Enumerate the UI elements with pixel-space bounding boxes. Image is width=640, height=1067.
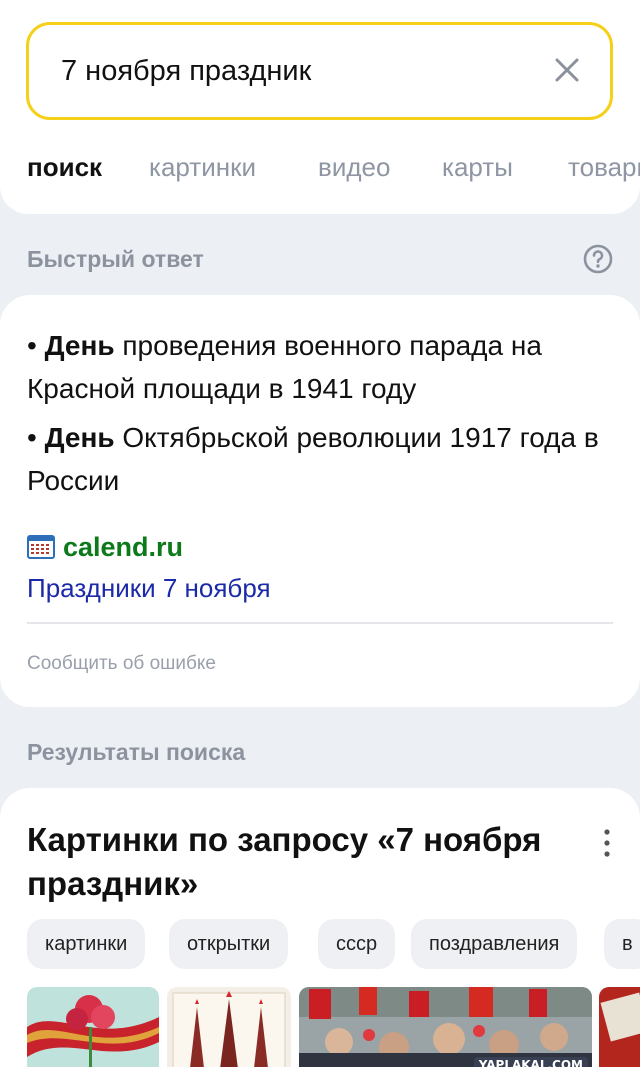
source-site-row[interactable]: calend.ru bbox=[27, 531, 183, 563]
chip-more[interactable]: в bbox=[604, 919, 640, 969]
chip-pozdravleniya[interactable]: поздравления bbox=[411, 919, 578, 969]
source-site-name[interactable]: calend.ru bbox=[63, 532, 183, 563]
bullet: • bbox=[27, 330, 37, 361]
tab-products[interactable]: товары bbox=[568, 152, 640, 183]
chip-kartinki[interactable]: картинки bbox=[27, 919, 146, 969]
tab-search[interactable]: поиск bbox=[27, 152, 102, 183]
search-header: 7 ноября праздник поиск картинки видео к… bbox=[0, 0, 640, 214]
results-heading: Результаты поиска bbox=[27, 739, 246, 765]
image-thumbnail[interactable] bbox=[599, 987, 640, 1067]
search-query-text[interactable]: 7 ноября праздник bbox=[61, 55, 311, 88]
poster-image bbox=[599, 987, 640, 1067]
help-icon[interactable] bbox=[582, 243, 614, 275]
divider bbox=[27, 622, 613, 624]
chip-otkrytki[interactable]: открытки bbox=[169, 919, 289, 969]
search-input[interactable]: 7 ноября праздник bbox=[26, 22, 613, 120]
report-error-link[interactable]: Сообщить об ошибке bbox=[27, 653, 216, 675]
more-options-icon[interactable] bbox=[600, 828, 614, 858]
fact-bold-term: День bbox=[44, 422, 115, 453]
bullet: • bbox=[27, 422, 37, 453]
quick-answer-card: • День проведения военного парада на Кра… bbox=[0, 295, 640, 707]
fact-bold-term: День bbox=[44, 330, 115, 361]
carnation-postcard-image bbox=[27, 987, 159, 1067]
tab-maps[interactable]: карты bbox=[442, 152, 513, 183]
watermark: YAPLAKAL.COM bbox=[473, 1057, 588, 1067]
demonstration-photo bbox=[299, 987, 592, 1067]
answer-fact: • День проведения военного парада на Кра… bbox=[27, 324, 607, 410]
calendar-icon bbox=[27, 535, 55, 559]
image-thumbnail[interactable]: YAPLAKAL.COM bbox=[299, 987, 592, 1067]
close-icon[interactable] bbox=[552, 55, 582, 85]
image-thumbnail[interactable] bbox=[27, 987, 159, 1067]
tab-video[interactable]: видео bbox=[318, 152, 390, 183]
tab-images[interactable]: картинки bbox=[149, 152, 256, 183]
search-tabs: поиск картинки видео карты товары bbox=[0, 146, 640, 206]
image-thumbnail[interactable] bbox=[167, 987, 291, 1067]
kremlin-towers-image bbox=[167, 987, 291, 1067]
quick-answer-heading: Быстрый ответ bbox=[27, 246, 204, 272]
chip-sssr[interactable]: ссср bbox=[318, 919, 396, 969]
images-block-title[interactable]: Картинки по запросу «7 ноября праздник» bbox=[27, 818, 587, 906]
image-results-card: Картинки по запросу «7 ноября праздник» … bbox=[0, 788, 640, 1067]
answer-fact: • День Октябрьской революции 1917 года в… bbox=[27, 416, 607, 502]
source-link[interactable]: Праздники 7 ноября bbox=[27, 573, 271, 604]
